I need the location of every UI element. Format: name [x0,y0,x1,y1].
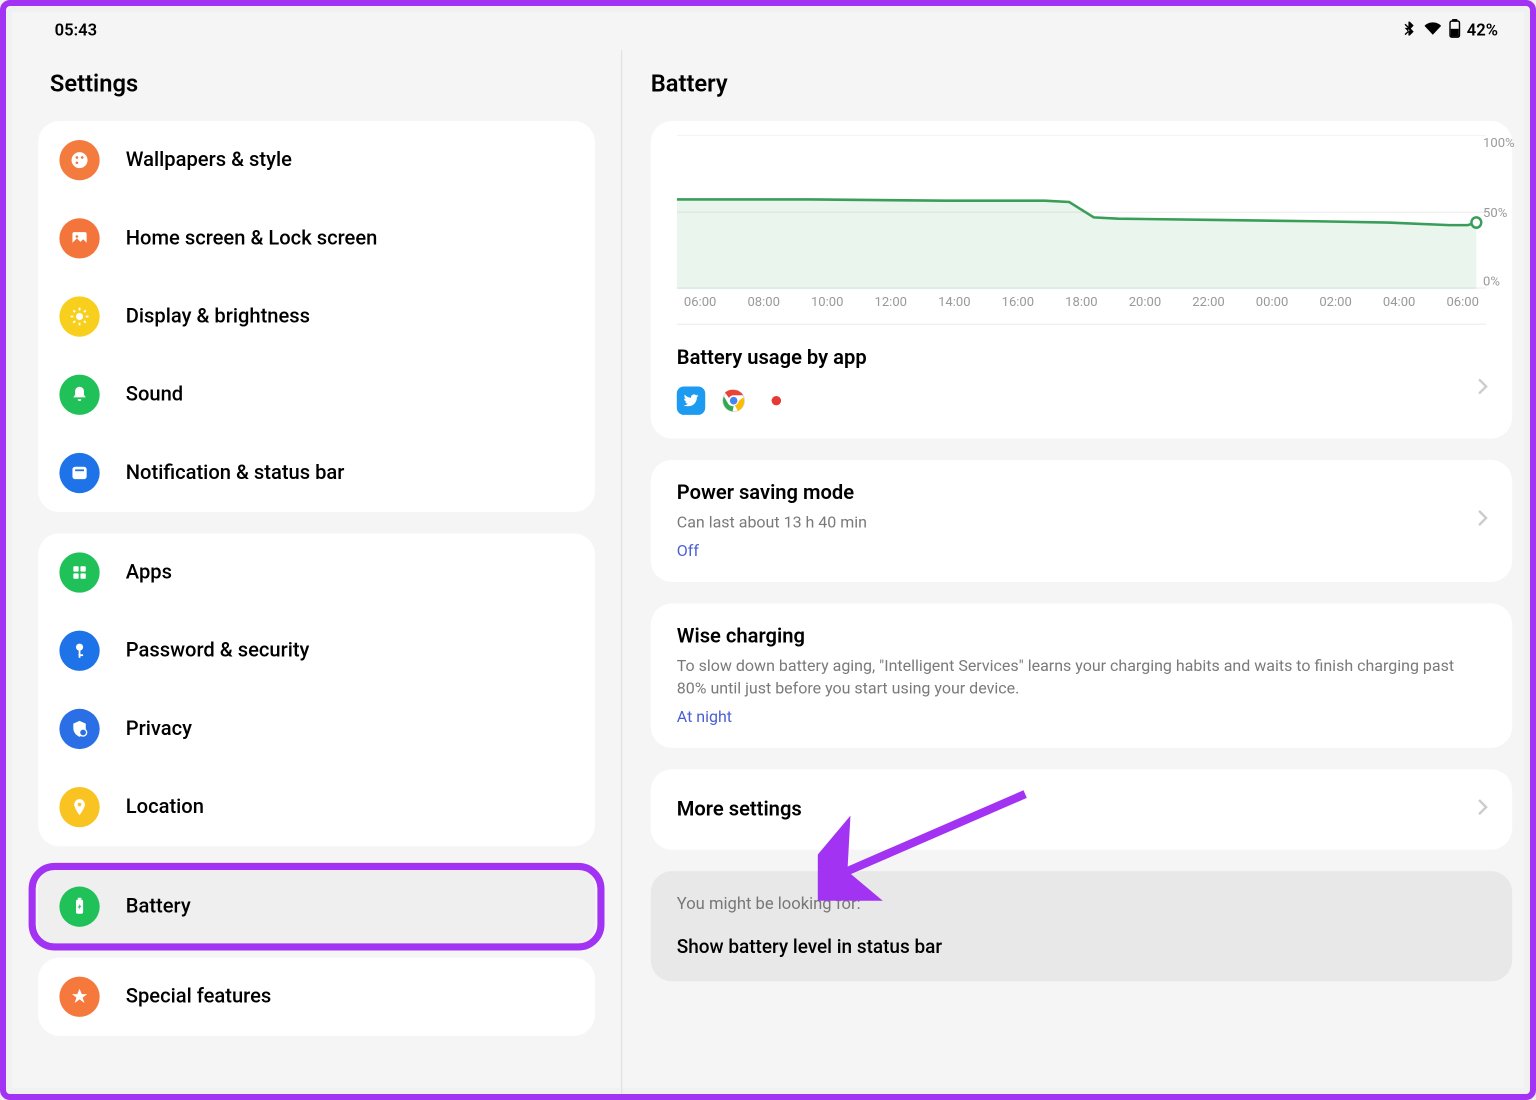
battery-chart-svg [677,135,1486,289]
pin-icon [59,787,99,827]
sidebar-item-privacy[interactable]: Privacy [38,690,595,768]
sidebar-item-location[interactable]: Location [38,768,595,846]
status-time: 05:43 [55,21,97,40]
chevron-right-icon [1477,797,1489,821]
sidebar-item-wallpapers[interactable]: Wallpapers & style [38,121,595,199]
battery-percent: 42% [1467,21,1498,40]
sidebar-item-homescreen[interactable]: Home screen & Lock screen [38,199,595,277]
palette-icon [59,140,99,180]
suggestion-panel: You might be looking for: Show battery l… [651,871,1512,981]
wise-charging[interactable]: Wise charging To slow down battery aging… [651,603,1512,747]
picture-icon [59,218,99,258]
page-title: Battery [622,50,1536,121]
sidebar-item-special[interactable]: Special features [38,958,595,1036]
settings-group-4: Special features [38,958,595,1036]
screen-record-icon [762,386,790,414]
app-icons [677,386,791,414]
suggestion-header: You might be looking for: [677,894,1486,913]
battery-usage-by-app[interactable]: Battery usage by app [651,339,1512,439]
bell-icon [59,375,99,415]
settings-group-2: Apps Password & security Privacy Locatio… [38,533,595,846]
chart-y-labels: 100% 50% 0% [1483,135,1515,289]
chart-x-labels: 06:0008:0010:0012:0014:0016:0018:0020:00… [677,289,1486,309]
suggestion-item[interactable]: Show battery level in status bar [677,935,1486,958]
sidebar-item-battery[interactable]: Battery [38,868,595,946]
power-saving-mode[interactable]: Power saving mode Can last about 13 h 40… [651,460,1512,582]
sidebar-item-notification[interactable]: Notification & status bar [38,434,595,512]
shield-icon [59,709,99,749]
battery-highlight: Battery [33,868,599,946]
chevron-right-icon [1477,509,1489,533]
notification-icon [59,453,99,493]
star-icon [59,977,99,1017]
wifi-icon [1423,20,1442,41]
bluetooth-icon [1400,20,1417,41]
chevron-right-icon [1477,377,1489,401]
sidebar-item-sound[interactable]: Sound [38,356,595,434]
battery-icon [1448,19,1461,43]
sun-icon [59,296,99,336]
grid-icon [59,552,99,592]
settings-title: Settings [12,50,621,121]
battery-icon [59,887,99,927]
settings-group-1: Wallpapers & style Home screen & Lock sc… [38,121,595,512]
more-settings[interactable]: More settings [651,769,1512,850]
sidebar-item-display[interactable]: Display & brightness [38,277,595,355]
status-bar: 05:43 42% [12,12,1536,50]
sidebar-item-apps[interactable]: Apps [38,533,595,611]
chrome-icon [719,386,747,414]
status-right: 42% [1400,19,1498,43]
usage-title: Battery usage by app [677,346,1486,370]
battery-chart[interactable]: 100% 50% 0% 06:0008:0010:0012:0014:0016:… [651,121,1512,360]
sidebar-item-password[interactable]: Password & security [38,612,595,690]
twitter-icon [677,386,705,414]
key-icon [59,631,99,671]
